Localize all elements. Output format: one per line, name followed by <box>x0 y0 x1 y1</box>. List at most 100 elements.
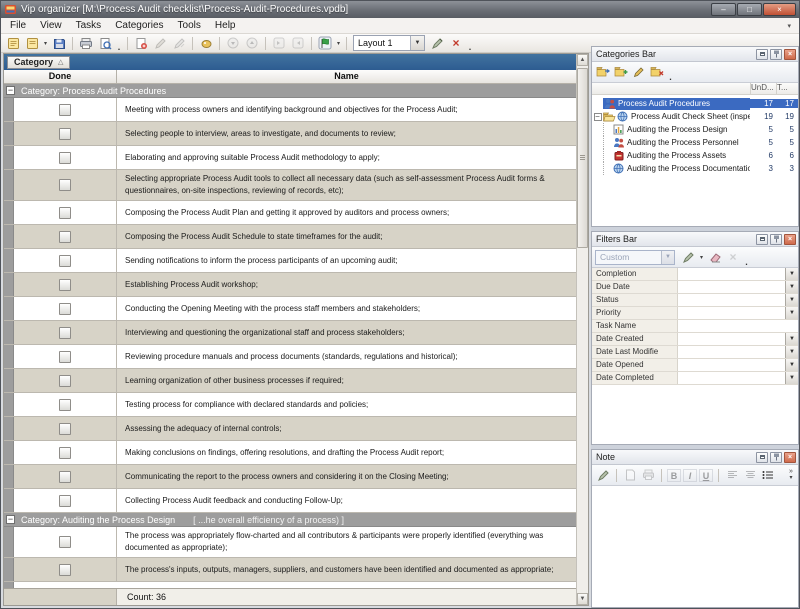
flag-button[interactable] <box>316 35 334 51</box>
checklist-row[interactable]: The process's inputs, outputs, managers,… <box>4 558 576 582</box>
delete-filter-button[interactable]: × <box>725 250 741 265</box>
category-tree-item[interactable]: Auditing the Process Design55 <box>592 123 798 136</box>
done-checkbox[interactable] <box>59 495 71 507</box>
note-pin-icon[interactable] <box>770 452 782 463</box>
collapse-group-icon[interactable]: − <box>6 86 15 95</box>
checklist-row[interactable]: Conducting the Opening Meeting with the … <box>4 297 576 321</box>
vertical-scrollbar[interactable]: ▲ ▼ <box>576 54 588 605</box>
demote-button[interactable] <box>270 35 288 51</box>
category-band[interactable]: −Category: Process Audit Procedures <box>4 84 576 98</box>
filter-value[interactable] <box>678 359 785 371</box>
column-header-name[interactable]: Name <box>117 70 576 83</box>
done-checkbox[interactable] <box>59 447 71 459</box>
checklist-row[interactable]: The process was appropriately flow-chart… <box>4 527 576 558</box>
filters-close-icon[interactable]: × <box>784 234 796 245</box>
layout-combobox[interactable]: Layout 1 ▼ <box>353 35 425 51</box>
checklist-row[interactable]: Establishing Process Audit workshop; <box>4 273 576 297</box>
edit-note-button[interactable] <box>595 468 611 483</box>
done-checkbox[interactable] <box>59 564 71 576</box>
done-checkbox[interactable] <box>59 128 71 140</box>
maximize-button[interactable]: □ <box>737 3 762 16</box>
edit-task-button[interactable] <box>151 35 169 51</box>
clear-filter-button[interactable] <box>707 250 723 265</box>
tree-expander-icon[interactable]: − <box>592 113 603 121</box>
close-button[interactable]: × <box>763 3 796 16</box>
menu-view[interactable]: View <box>33 19 69 32</box>
note-content[interactable] <box>592 486 798 607</box>
filter-dropdown-icon[interactable]: ▼ <box>785 346 798 358</box>
new-note-page-button[interactable] <box>622 468 638 483</box>
apply-filter-button[interactable] <box>680 250 696 265</box>
filter-row[interactable]: Due Date▼ <box>592 281 798 294</box>
filter-row[interactable]: Priority▼ <box>592 307 798 320</box>
done-checkbox[interactable] <box>59 399 71 411</box>
checklist-row[interactable]: Making conclusions on findings, offering… <box>4 441 576 465</box>
filter-row[interactable]: Date Opened▼ <box>592 359 798 372</box>
filters-restore-icon[interactable] <box>756 234 768 245</box>
toolbar-overflow2-icon[interactable]: . <box>466 42 474 52</box>
filter-row[interactable]: Date Completed▼ <box>592 372 798 385</box>
align-center-button[interactable] <box>742 468 758 483</box>
apply-layout-button[interactable] <box>428 35 446 51</box>
checklist-row[interactable]: Composing the Process Audit Schedule to … <box>4 225 576 249</box>
assign-button[interactable] <box>197 35 215 51</box>
filter-value[interactable] <box>678 333 785 345</box>
move-up-button[interactable] <box>243 35 261 51</box>
filter-value[interactable] <box>678 372 785 384</box>
delete-layout-button[interactable]: × <box>447 35 465 51</box>
menu-file[interactable]: File <box>3 19 33 32</box>
done-checkbox[interactable] <box>59 327 71 339</box>
align-left-button[interactable] <box>724 468 740 483</box>
print-button[interactable] <box>77 35 95 51</box>
category-tree-item[interactable]: −Process Audit Check Sheet (inspecting t… <box>592 110 798 123</box>
done-checkbox[interactable] <box>59 471 71 483</box>
toolbar-overflow-icon[interactable]: . <box>115 42 123 52</box>
checklist-row[interactable]: Selecting people to interview, areas to … <box>4 122 576 146</box>
filter-value[interactable] <box>678 346 785 358</box>
save-button[interactable] <box>50 35 68 51</box>
checklist-row[interactable]: Reviewing procedure manuals and process … <box>4 345 576 369</box>
done-checkbox[interactable] <box>59 351 71 363</box>
minimize-button[interactable]: – <box>711 3 736 16</box>
filters-toolbar-overflow-icon[interactable]: . <box>743 258 750 267</box>
done-checkbox[interactable] <box>59 303 71 315</box>
checklist-row[interactable]: Sending notifications to inform the proc… <box>4 249 576 273</box>
scrollbar-thumb[interactable] <box>577 68 588 248</box>
print-note-button[interactable] <box>640 468 656 483</box>
group-by-category-chip[interactable]: Category △ <box>7 56 70 69</box>
filter-dropdown-icon[interactable]: ▼ <box>785 372 798 384</box>
checklist-row[interactable]: Assessing the adequacy of internal contr… <box>4 417 576 441</box>
menu-tasks[interactable]: Tasks <box>69 19 109 32</box>
new-subcategory-button[interactable] <box>613 65 629 80</box>
new-category-button[interactable] <box>595 65 611 80</box>
filter-value[interactable] <box>678 307 785 319</box>
done-checkbox[interactable] <box>59 207 71 219</box>
done-checkbox[interactable] <box>59 255 71 267</box>
scroll-up-icon[interactable]: ▲ <box>577 54 588 66</box>
menu-categories[interactable]: Categories <box>108 19 170 32</box>
done-checkbox[interactable] <box>59 375 71 387</box>
filter-value[interactable] <box>678 294 785 306</box>
category-tree-item[interactable]: Auditing the Process Assets66 <box>592 149 798 162</box>
filter-row[interactable]: Status▼ <box>592 294 798 307</box>
note-close-icon[interactable]: × <box>784 452 796 463</box>
done-checkbox[interactable] <box>59 536 71 548</box>
promote-button[interactable] <box>289 35 307 51</box>
filter-dropdown-icon[interactable]: ▼ <box>785 281 798 293</box>
filter-dropdown-icon[interactable]: ▼ <box>785 307 798 319</box>
flag-dropdown-icon[interactable]: ▾ <box>335 40 342 47</box>
filters-pin-icon[interactable] <box>770 234 782 245</box>
checklist-row[interactable]: Meeting with process owners and identify… <box>4 98 576 122</box>
done-checkbox[interactable] <box>59 104 71 116</box>
filter-dropdown-icon[interactable]: ▼ <box>785 268 798 280</box>
add-task-button[interactable] <box>132 35 150 51</box>
filter-preset-combobox[interactable]: Custom ▼ <box>595 250 675 265</box>
bold-button[interactable]: B <box>667 469 681 482</box>
filter-dropdown-icon[interactable]: ▼ <box>785 294 798 306</box>
checklist-row[interactable]: Selecting appropriate Process Audit tool… <box>4 170 576 201</box>
checklist-row[interactable]: Testing process for compliance with decl… <box>4 393 576 417</box>
collapse-group-icon[interactable]: − <box>6 515 15 524</box>
filter-row[interactable]: Date Created▼ <box>592 333 798 346</box>
menu-help[interactable]: Help <box>208 19 243 32</box>
menu-overflow-icon[interactable]: ▾ <box>787 22 797 30</box>
